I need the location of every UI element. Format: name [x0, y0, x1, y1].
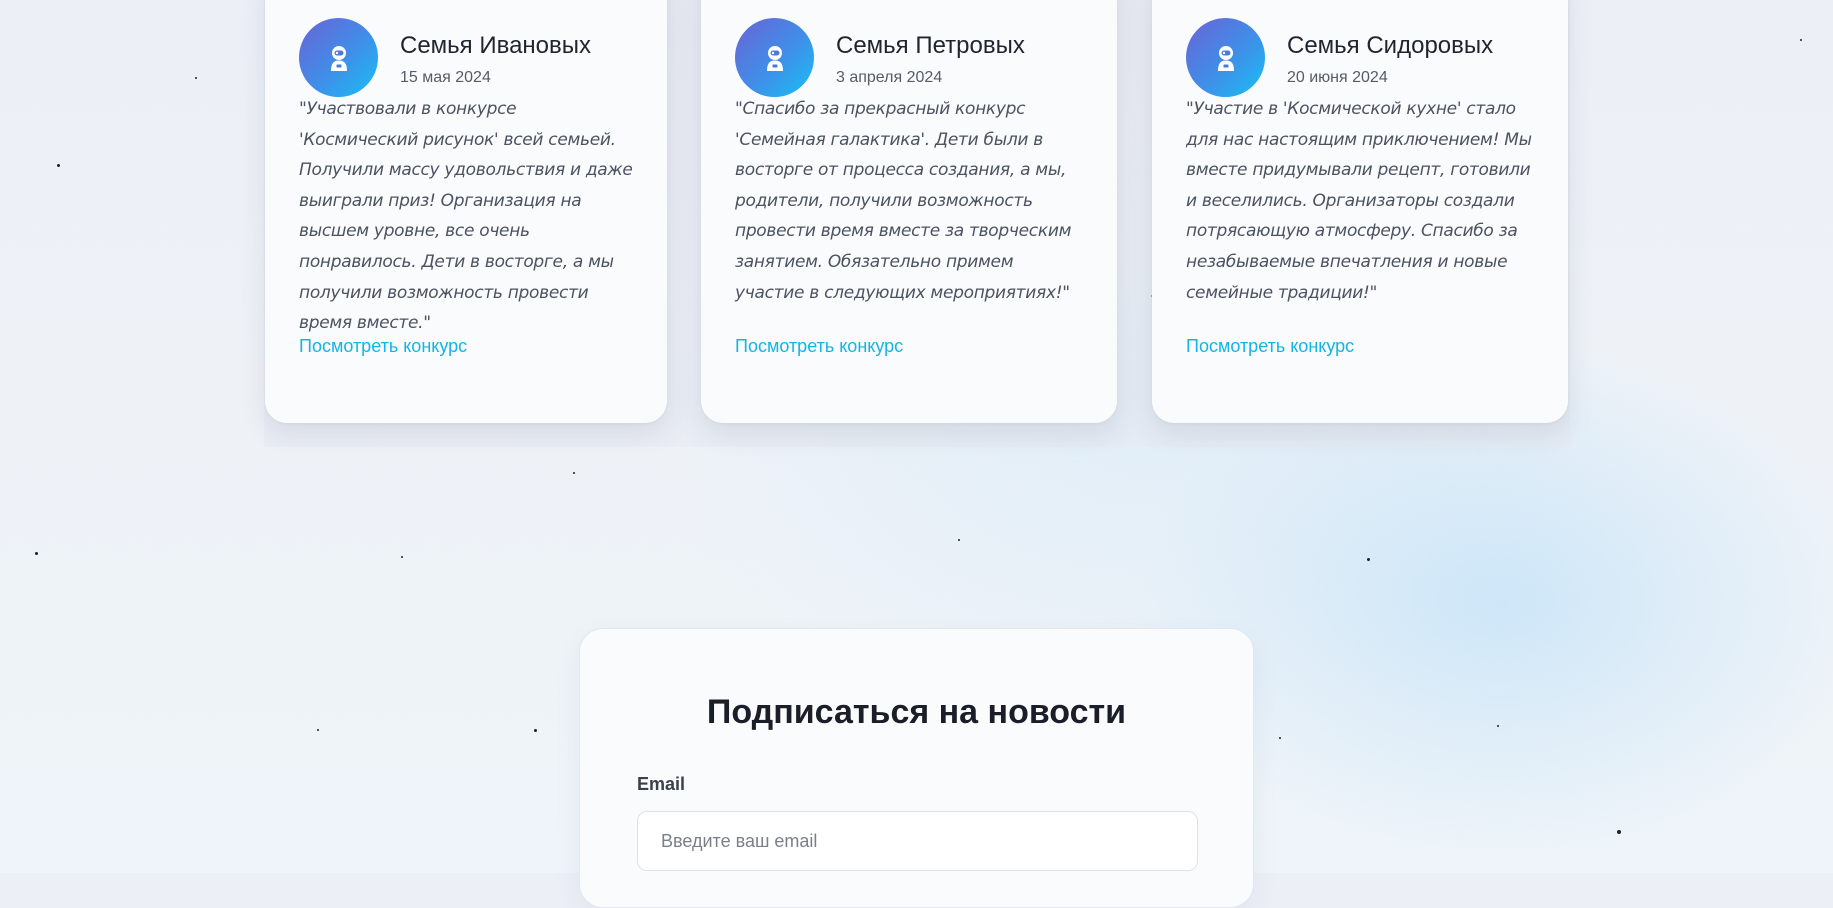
star-dot [401, 556, 403, 558]
family-name: Семья Петровых [836, 32, 1025, 59]
newsletter-subscribe-form: Подписаться на новости Email [579, 628, 1254, 908]
astronaut-icon [1186, 18, 1265, 97]
review-card: Семья Сидоровых 20 июня 2024 "Участие в … [1152, 0, 1568, 423]
star-dot [195, 77, 197, 79]
email-input[interactable] [637, 811, 1198, 871]
review-date: 15 мая 2024 [400, 69, 491, 86]
star-dot [317, 729, 319, 731]
astronaut-icon [299, 18, 378, 97]
astronaut-icon-glyph [766, 45, 783, 71]
star-dot [57, 164, 60, 167]
family-name: Семья Ивановых [400, 32, 592, 59]
subscribe-title: Подписаться на новости [706, 693, 1127, 731]
star-dot [1497, 725, 1499, 727]
review-card: Семья Петровых 3 апреля 2024 "Спасибо за… [701, 0, 1117, 423]
review-date: 20 июня 2024 [1287, 69, 1388, 86]
star-dot [1367, 558, 1370, 561]
star-dot [958, 539, 960, 541]
star-dot [35, 552, 38, 555]
view-contest-link[interactable]: Посмотреть конкурс [1186, 336, 1354, 357]
review-date: 3 апреля 2024 [836, 69, 943, 86]
astronaut-icon [735, 18, 814, 97]
star-dot [1617, 830, 1621, 834]
review-text: "Участие в 'Космической кухне' стало для… [1186, 99, 1532, 303]
star-dot [573, 472, 575, 474]
star-dot [1800, 39, 1802, 41]
family-name: Семья Сидоровых [1287, 32, 1494, 59]
email-label: Email [637, 774, 686, 794]
star-dot [534, 729, 537, 732]
view-contest-link[interactable]: Посмотреть конкурс [735, 336, 903, 357]
star-dot [1279, 737, 1281, 739]
astronaut-icon-glyph [1217, 45, 1234, 71]
review-text: "Участвовали в конкурсе 'Космический рис… [299, 99, 633, 334]
view-contest-link[interactable]: Посмотреть конкурс [299, 336, 467, 357]
astronaut-icon-glyph [330, 45, 347, 71]
review-card: Семья Ивановых 15 мая 2024 "Участвовали … [265, 0, 667, 423]
review-text: "Спасибо за прекрасный конкурс 'Семейная… [735, 99, 1072, 303]
